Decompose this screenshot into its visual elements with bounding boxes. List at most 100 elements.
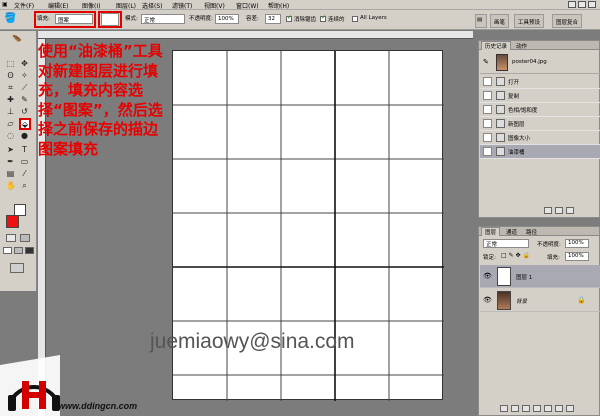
menu-layer[interactable]: 图层(L) — [116, 1, 136, 10]
contiguous-checkbox[interactable] — [320, 14, 326, 22]
new-document-icon[interactable] — [544, 207, 552, 214]
history-bottom-icons — [541, 207, 574, 216]
opacity-input[interactable]: 100% — [215, 14, 239, 24]
history-item[interactable]: 复制 — [480, 89, 600, 103]
path-select-icon[interactable]: ➤ — [6, 145, 15, 154]
eraser-icon[interactable]: ▱ — [6, 119, 15, 128]
hand-icon[interactable]: ✋ — [6, 181, 16, 190]
layer-row[interactable]: 👁 背景 🔒 — [480, 289, 600, 312]
menu-edit[interactable]: 编辑(E) — [48, 1, 68, 10]
stamp-icon[interactable]: ⊥ — [6, 107, 15, 116]
paint-bucket-tool-icon[interactable]: ⬙ — [19, 118, 31, 130]
new-layer-icon[interactable] — [555, 405, 563, 412]
menu-file[interactable]: 文件(F) — [14, 1, 34, 10]
foreground-color-swatch[interactable] — [6, 215, 19, 228]
restore-icon[interactable] — [578, 1, 586, 8]
menu-help[interactable]: 帮助(H) — [268, 1, 289, 10]
crop-icon[interactable]: ⌗ — [6, 83, 15, 92]
options-bar: 🪣 填充: 图案 模式: 正常 不透明度: 100% 容差: 32 消除锯齿 连… — [0, 10, 600, 30]
menu-bar: ▣ 文件(F) 编辑(E) 图像(I) 图层(L) 选择(S) 滤镜(T) 视图… — [0, 0, 600, 10]
history-step-icon — [496, 91, 505, 100]
eyedropper-icon[interactable]: ⁄ — [20, 169, 29, 178]
tab-history[interactable]: 历史记录 — [481, 41, 512, 50]
highlight-fill-select — [34, 11, 96, 28]
opacity-label: 不透明度: — [189, 16, 213, 22]
slice-icon[interactable]: ⟋ — [20, 83, 29, 92]
menu-image[interactable]: 图像(I) — [82, 1, 100, 10]
layers-fill-label: 填充: — [547, 255, 560, 261]
move-icon[interactable]: ✥ — [20, 59, 29, 68]
pen-icon[interactable]: ✒ — [6, 157, 15, 166]
menu-select[interactable]: 选择(S) — [142, 1, 163, 10]
lock-icons[interactable]: □ ✎ ✥ 🔒 — [501, 252, 530, 259]
visibility-eye-icon[interactable]: 👁 — [483, 272, 492, 281]
zoom-icon[interactable]: ⌕ — [20, 181, 29, 190]
layer-style-icon[interactable] — [511, 405, 519, 412]
link-layers-icon[interactable] — [500, 405, 508, 412]
tolerance-input[interactable]: 32 — [265, 14, 281, 24]
magic-wand-icon[interactable]: ✧ — [20, 71, 29, 80]
snapshot-brush-icon: ✎ — [483, 58, 489, 66]
layer-thumbnail — [497, 267, 511, 286]
history-item-active[interactable]: 油漆桶 — [480, 145, 600, 159]
history-brush-icon[interactable]: ↺ — [20, 107, 29, 116]
menu-view[interactable]: 视图(V) — [204, 1, 225, 10]
history-item[interactable]: 图像大小 — [480, 131, 600, 145]
adjustment-layer-icon[interactable] — [533, 405, 541, 412]
feather-logo-icon: 🪶 — [12, 36, 24, 46]
standard-mode-icon[interactable] — [6, 234, 16, 242]
history-item[interactable]: 新图层 — [480, 117, 600, 131]
panel-well-icon[interactable]: ▤ — [475, 14, 487, 28]
marquee-icon[interactable]: ⬚ — [6, 59, 15, 68]
quickmask-mode-icon[interactable] — [20, 234, 30, 242]
antialias-checkbox[interactable] — [286, 14, 292, 22]
tab-tool-presets[interactable]: 工具预设 — [514, 14, 545, 28]
layers-fill-input[interactable]: 100% — [565, 252, 589, 261]
layers-opacity-label: 不透明度: — [537, 242, 561, 248]
layer-row-active[interactable]: 👁 图层 1 — [480, 265, 600, 288]
layers-opacity-input[interactable]: 100% — [565, 239, 589, 248]
layer-mask-icon[interactable] — [522, 405, 530, 412]
tab-channels[interactable]: 通道 — [503, 228, 520, 236]
imageready-icon[interactable] — [10, 263, 24, 273]
paint-bucket-icon[interactable]: 🪣 — [4, 13, 16, 24]
shape-icon[interactable]: ▭ — [20, 157, 29, 166]
trash-icon[interactable] — [566, 405, 574, 412]
trash-icon[interactable] — [566, 207, 574, 214]
screen-mode-standard-icon[interactable] — [3, 247, 12, 254]
layer-name: 图层 1 — [516, 275, 533, 281]
new-snapshot-icon[interactable] — [555, 207, 563, 214]
type-icon[interactable]: T — [20, 145, 29, 154]
blur-icon[interactable]: ◌ — [6, 131, 15, 140]
tab-paths[interactable]: 路径 — [523, 228, 540, 236]
notes-icon[interactable]: ▤ — [6, 169, 15, 178]
dodge-icon[interactable]: ● — [20, 131, 29, 140]
close-icon[interactable] — [588, 1, 596, 8]
healing-icon[interactable]: ✚ — [6, 95, 15, 104]
snapshot-label: poster04.jpg — [512, 59, 547, 65]
lasso-icon[interactable]: ʘ — [6, 71, 15, 80]
blend-mode-select[interactable]: 正常 — [483, 239, 529, 248]
tab-layer-comps[interactable]: 图层复合 — [552, 14, 583, 28]
history-snapshot[interactable]: ✎ poster04.jpg — [480, 52, 600, 74]
screen-mode-menu-icon[interactable] — [14, 247, 23, 254]
layer-thumbnail — [497, 291, 511, 310]
tab-actions[interactable]: 动作 — [513, 42, 530, 50]
all-layers-checkbox[interactable] — [352, 16, 358, 22]
snapshot-thumbnail — [496, 54, 508, 71]
new-group-icon[interactable] — [544, 405, 552, 412]
history-item[interactable]: 色相/饱和度 — [480, 103, 600, 117]
screen-mode-full-icon[interactable] — [25, 247, 34, 254]
history-item[interactable]: 打开 — [480, 75, 600, 89]
menu-window[interactable]: 窗口(W) — [236, 1, 259, 10]
brush-icon[interactable]: ✎ — [20, 95, 29, 104]
menu-filter[interactable]: 滤镜(T) — [172, 1, 192, 10]
tab-layers[interactable]: 图层 — [481, 227, 501, 236]
tab-brushes[interactable]: 画笔 — [490, 14, 510, 28]
minimize-icon[interactable] — [568, 1, 576, 8]
mode-select[interactable]: 正常 — [141, 14, 185, 24]
visibility-eye-icon[interactable]: 👁 — [483, 296, 492, 305]
lock-label: 锁定: — [483, 255, 496, 261]
app-icon[interactable]: ▣ — [2, 1, 8, 8]
contiguous-label: 连续的 — [328, 17, 345, 23]
